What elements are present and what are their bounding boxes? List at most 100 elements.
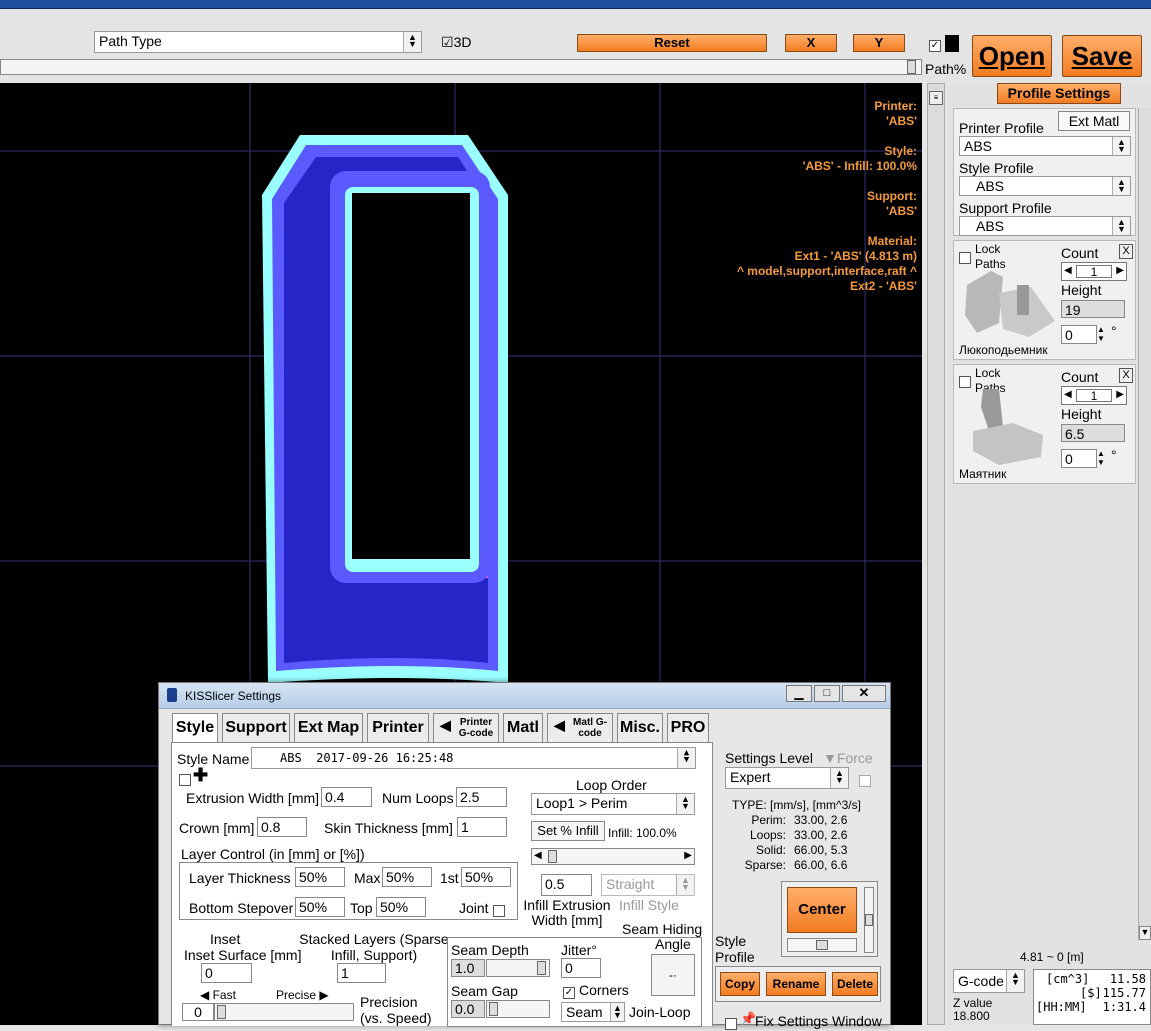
open-button[interactable]: Open (972, 35, 1052, 77)
tab-misc[interactable]: Misc. (617, 713, 663, 743)
ext-matl-button[interactable]: Ext Matl (1058, 111, 1130, 131)
precision-slider[interactable] (214, 1003, 354, 1021)
slider-thumb[interactable] (816, 940, 828, 950)
copy-button[interactable]: Copy (720, 972, 760, 996)
precision-value[interactable]: 0 (182, 1003, 214, 1021)
model-name: Люкоподьемник (959, 343, 1048, 357)
center-button[interactable]: Center (787, 887, 857, 933)
path-percent-slider[interactable] (0, 59, 922, 75)
remove-model-button[interactable]: X (1119, 244, 1133, 259)
style-name-checkbox[interactable] (179, 771, 191, 787)
bottom-stepover-input[interactable]: 50% (295, 897, 345, 917)
chevron-right-icon[interactable]: ▶ (1116, 389, 1124, 400)
seam-depth-slider[interactable] (486, 959, 550, 977)
remove-model-button[interactable]: X (1119, 368, 1133, 383)
profile-settings-button[interactable]: Profile Settings (997, 83, 1121, 104)
fix-settings-checkbox[interactable] (725, 1015, 737, 1031)
slider-thumb[interactable] (537, 961, 546, 975)
y-button[interactable]: Y (853, 34, 905, 52)
tab-ext-map[interactable]: Ext Map (294, 713, 363, 743)
gcode-select[interactable]: G-code ▲ ▼ (953, 969, 1025, 993)
corners-checkbox[interactable]: ✓ (563, 984, 575, 1000)
chevron-down-icon[interactable]: ▼ (1139, 926, 1151, 940)
style-profile-select[interactable]: ABS ▲ ▼ (959, 176, 1131, 196)
spin-arrows-icon[interactable]: ▲ ▼ (1097, 449, 1105, 467)
set-infill-button[interactable]: Set % Infill (531, 821, 605, 841)
add-style-icon[interactable]: ✚ (193, 765, 208, 786)
inset-surface-input[interactable]: 0 (201, 963, 252, 983)
three-d-toggle[interactable]: ☑3D (441, 34, 471, 51)
num-loops-input[interactable]: 2.5 (456, 787, 507, 807)
crown-input[interactable]: 0.8 (257, 817, 307, 837)
height-value[interactable]: 19 (1061, 300, 1125, 318)
delete-button[interactable]: Delete (832, 972, 878, 996)
layer-thickness-input[interactable]: 50% (295, 867, 345, 887)
printer-profile-select[interactable]: ABS ▲ ▼ (959, 136, 1131, 156)
settings-level-select[interactable]: Expert ▲ ▼ (725, 767, 849, 789)
slider-thumb[interactable] (865, 914, 873, 926)
chevron-updown-icon: ▲ ▼ (676, 794, 694, 814)
force-checkbox[interactable] (859, 772, 871, 788)
slider-thumb[interactable] (907, 60, 916, 74)
infill-slider[interactable]: ◀ ▶ (531, 848, 695, 865)
angle-dial-icon[interactable]: -· (651, 954, 695, 996)
close-icon[interactable]: ✕ (842, 685, 886, 702)
first-layer-input[interactable]: 50% (461, 867, 511, 887)
height-value[interactable]: 6.5 (1061, 424, 1125, 442)
maximize-icon[interactable]: □ (814, 685, 840, 702)
joint-checkbox[interactable] (493, 902, 505, 918)
seam-gap-slider[interactable] (486, 1000, 550, 1018)
center-hslider[interactable] (787, 938, 857, 952)
count-value[interactable]: 1 (1076, 389, 1112, 402)
style-name-select[interactable]: ABS 2017-09-26 16:25:48 ▲ ▼ (251, 747, 696, 769)
slider-thumb[interactable] (217, 1005, 226, 1019)
seam-select[interactable]: Seam ▲ ▼ (561, 1002, 625, 1022)
support-profile-select[interactable]: ABS ▲ ▼ (959, 216, 1131, 236)
settings-level-label: Settings Level (725, 750, 813, 766)
chevron-left-icon[interactable]: ◀ (534, 850, 542, 861)
tab-printer[interactable]: Printer (367, 713, 429, 743)
seam-gap-input[interactable]: 0.0 (451, 1000, 485, 1018)
chevron-right-icon[interactable]: ▶ (684, 850, 692, 861)
jitter-input[interactable]: 0 (561, 958, 601, 978)
max-input[interactable]: 50% (382, 867, 432, 887)
infill-style-label: Infill Style (619, 897, 679, 913)
tab-support[interactable]: Support (222, 713, 290, 743)
spin-arrows-icon[interactable]: ▲ ▼ (1097, 325, 1105, 343)
path-percent-toggle[interactable]: ✓ (929, 37, 941, 53)
rotation-input[interactable]: 0 (1061, 449, 1097, 468)
tab-pro[interactable]: PRO (667, 713, 709, 743)
center-vslider[interactable] (864, 887, 874, 953)
rotation-input[interactable]: 0 (1061, 325, 1097, 344)
x-button[interactable]: X (785, 34, 837, 52)
tab-style[interactable]: Style (172, 713, 218, 743)
save-button[interactable]: Save (1062, 35, 1142, 77)
path-type-select[interactable]: Path Type ▲ ▼ (94, 31, 422, 53)
loop-order-select[interactable]: Loop1 > Perim ▲ ▼ (531, 793, 695, 815)
skin-thickness-input[interactable]: 1 (457, 817, 507, 837)
tab-matl-gcode[interactable]: ◀ Matl G-code (547, 713, 613, 743)
seam-depth-input[interactable]: 1.0 (451, 959, 485, 977)
chevron-left-icon[interactable]: ◀ (1064, 265, 1072, 276)
count-stepper[interactable]: ◀ 1 ▶ (1061, 386, 1127, 405)
infill-style-select[interactable]: Straight ▲ ▼ (601, 874, 695, 896)
slider-thumb[interactable]: ≡ (929, 91, 943, 105)
minimize-icon[interactable]: ▁ (786, 685, 812, 702)
rename-button[interactable]: Rename (766, 972, 826, 996)
right-panel-scrollbar[interactable]: ▼ (1138, 108, 1151, 940)
tab-printer-gcode[interactable]: ◀ Printer G-code (433, 713, 499, 743)
count-stepper[interactable]: ◀ 1 ▶ (1061, 262, 1127, 281)
count-value[interactable]: 1 (1076, 265, 1112, 278)
slider-thumb[interactable] (548, 850, 557, 863)
chevron-left-icon[interactable]: ◀ (1064, 389, 1072, 400)
reset-button[interactable]: Reset (577, 34, 767, 52)
chevron-right-icon[interactable]: ▶ (1116, 265, 1124, 276)
top-input[interactable]: 50% (376, 897, 426, 917)
tab-matl[interactable]: Matl (503, 713, 543, 743)
dialog-titlebar[interactable]: KISSlicer Settings ▁ □ ✕ (159, 683, 890, 709)
layer-slider[interactable]: ≡ (927, 83, 945, 1025)
infill-extrusion-input[interactable]: 0.5 (541, 874, 592, 896)
extrusion-width-input[interactable]: 0.4 (321, 787, 372, 807)
stacked-layers-input[interactable]: 1 (337, 963, 386, 983)
slider-thumb[interactable] (489, 1002, 498, 1016)
